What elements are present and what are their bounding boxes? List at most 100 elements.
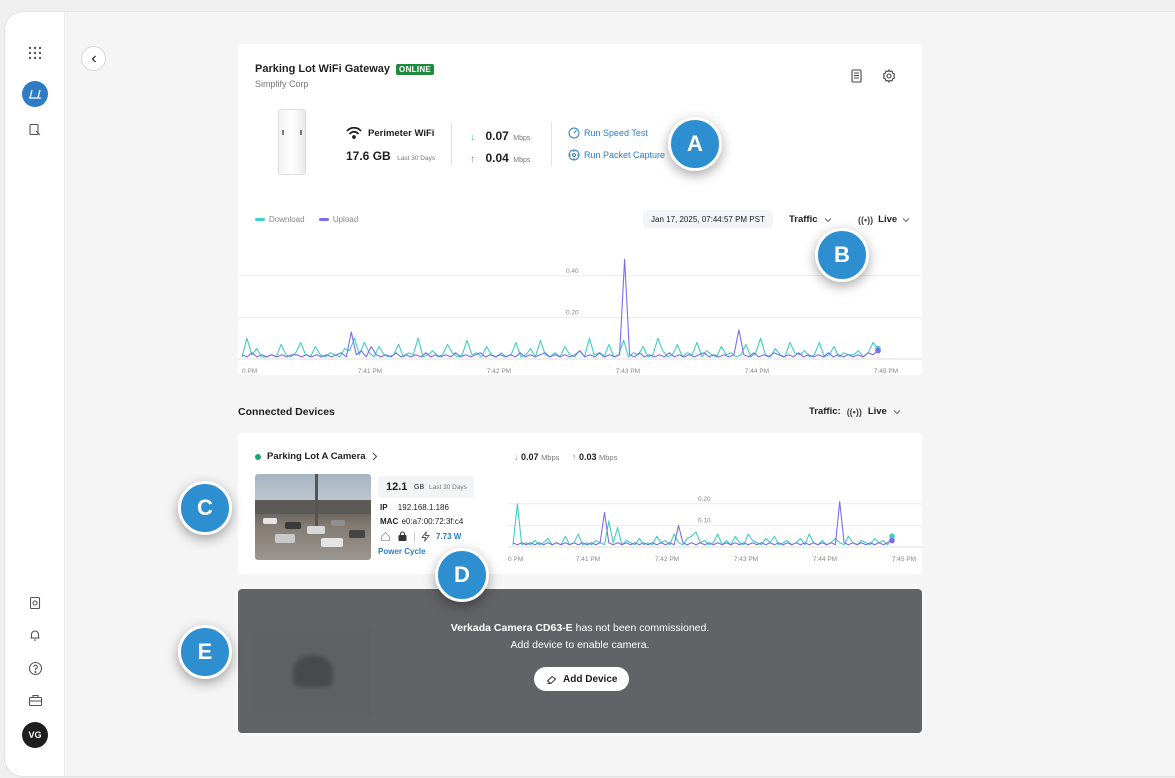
traffic-dropdown[interactable]: Traffic (789, 214, 832, 225)
user-avatar[interactable]: VG (22, 722, 48, 748)
camera-upload-value: 0.03 (578, 452, 597, 462)
ip-value: 192.168.1.186 (397, 503, 449, 512)
networking-icon[interactable] (22, 81, 48, 107)
help-icon[interactable] (22, 655, 48, 681)
connected-traffic-dropdown[interactable]: Traffic: ((•)) Live (809, 406, 901, 417)
bolt-icon (421, 531, 430, 542)
ip-label: IP (380, 503, 388, 512)
x-tick-label: 7:44 PM (745, 368, 769, 375)
home-outline-icon (381, 531, 390, 541)
wifi-icon (346, 126, 362, 144)
connected-devices-title: Connected Devices (238, 406, 335, 418)
camera-usage-unit: GB (414, 484, 425, 491)
y-tick-label: 0.20 (566, 309, 579, 316)
mac-label: MAC (380, 517, 399, 526)
divider (451, 122, 452, 166)
parking-lot-image (255, 474, 371, 547)
camera-name-link[interactable]: Parking Lot A Camera (255, 451, 378, 462)
devices-icon[interactable] (22, 117, 48, 143)
live-dropdown[interactable]: ((•)) Live (858, 214, 910, 225)
online-dot-icon (255, 453, 261, 460)
chevron-down-icon (824, 217, 831, 222)
lock-icon (398, 531, 407, 541)
usage-period: Last 30 Days (397, 155, 436, 162)
camera-usage-box: 12.1 GB Last 30 Days (378, 476, 474, 498)
app-frame: VG Parking Lot WiFi Gateway ONLINE Simpl… (5, 12, 1175, 776)
callout-marker-a: A (668, 117, 722, 171)
upload-value: 0.04 (485, 151, 509, 165)
notes-icon[interactable] (850, 69, 863, 88)
legend-download-label: Download (269, 215, 305, 224)
upload-arrow-icon: ↑ (571, 452, 577, 462)
x-tick-label: 7:45 PM (874, 368, 898, 375)
chevron-left-icon (91, 55, 96, 62)
device-title: Parking Lot WiFi Gateway (255, 63, 390, 75)
chart-timestamp[interactable]: Jan 17, 2025, 07:44:57 PM PST (643, 210, 773, 228)
report-icon[interactable] (22, 590, 48, 616)
series-end-point (875, 347, 881, 354)
org-name: Simplify Corp (255, 79, 309, 89)
y-tick-label: 0.10 (698, 517, 711, 524)
legend-download-swatch (255, 218, 265, 222)
commission-subtext: Add device to enable camera. (510, 639, 650, 651)
apps-grid-icon[interactable] (22, 40, 48, 66)
power-value: 7.73 W (436, 532, 462, 541)
upload-arrow-icon: ↑ (470, 154, 475, 165)
power-cycle-link[interactable]: Power Cycle (378, 547, 426, 556)
speedometer-icon (568, 127, 580, 139)
usage-value: 17.6 GB (346, 149, 391, 163)
download-value: 0.07 (485, 129, 509, 143)
x-tick-label: 7:42 PM (655, 556, 679, 563)
callout-marker-d: D (435, 548, 489, 602)
mac-value: e0:a7:00:72:3f:c4 (401, 517, 464, 526)
run-packet-capture-link[interactable]: Run Packet Capture (568, 149, 665, 161)
camera-thumbnail[interactable] (255, 474, 371, 560)
gateway-device-image (278, 109, 306, 175)
download-arrow-icon: ↓ (514, 452, 519, 462)
x-tick-label: 7:45 PM (892, 556, 916, 563)
legend-upload-swatch (318, 218, 329, 222)
broadcast-icon: ((•)) (846, 406, 862, 417)
x-tick-label: 7:42 PM (487, 368, 511, 375)
camera-upload-unit: Mbps (598, 453, 618, 462)
legend-upload-label: Upload (332, 215, 359, 224)
x-tick-label: 7:43 PM (734, 556, 758, 563)
camera-usage-period: Last 30 Days (429, 484, 467, 491)
commission-overlay: Verkada Camera CD63-E has not been commi… (238, 589, 922, 733)
x-tick-label: 7:43 PM (616, 368, 640, 375)
broadcast-icon: ((•)) (858, 214, 874, 225)
packet-capture-icon (568, 149, 580, 161)
camera-model: Verkada Camera CD63-E (450, 622, 573, 634)
series-end-point (889, 537, 895, 544)
callout-marker-e: E (178, 625, 232, 679)
commission-message: Verkada Camera CD63-E has not been commi… (450, 622, 710, 634)
settings-gear-icon[interactable] (882, 69, 896, 88)
x-tick-label: 0 PM (508, 556, 523, 563)
x-tick-label: 7:41 PM (576, 556, 600, 563)
camera-icon (546, 675, 557, 684)
back-button[interactable] (81, 46, 106, 71)
callout-marker-b: B (815, 228, 869, 282)
sidebar: VG (5, 12, 65, 776)
network-name: Perimeter WiFi (368, 128, 435, 139)
upload-unit: Mbps (513, 157, 531, 164)
x-tick-label: 7:44 PM (813, 556, 837, 563)
status-badge: ONLINE (396, 64, 435, 75)
chevron-down-icon (893, 409, 901, 414)
toolbox-icon[interactable] (22, 687, 48, 713)
divider (551, 122, 552, 166)
camera-download-unit: Mbps (541, 453, 560, 462)
gateway-card: Parking Lot WiFi Gateway ONLINE Simplify… (238, 44, 922, 375)
chevron-right-icon (372, 452, 377, 461)
callout-marker-c: C (178, 481, 232, 535)
camera-card: Parking Lot A Camera 12.1 GB Last 30 Day… (238, 433, 922, 574)
run-speed-test-link[interactable]: Run Speed Test (568, 127, 648, 139)
x-tick-label: 0 PM (242, 368, 257, 375)
camera-download-value: 0.07 (521, 452, 539, 462)
x-tick-label: 7:41 PM (358, 368, 382, 375)
add-device-button[interactable]: Add Device (534, 667, 630, 691)
download-arrow-icon: ↓ (470, 132, 475, 143)
chevron-down-icon (902, 217, 910, 222)
bell-icon[interactable] (22, 622, 48, 648)
camera-usage-value: 12.1 (386, 481, 408, 493)
